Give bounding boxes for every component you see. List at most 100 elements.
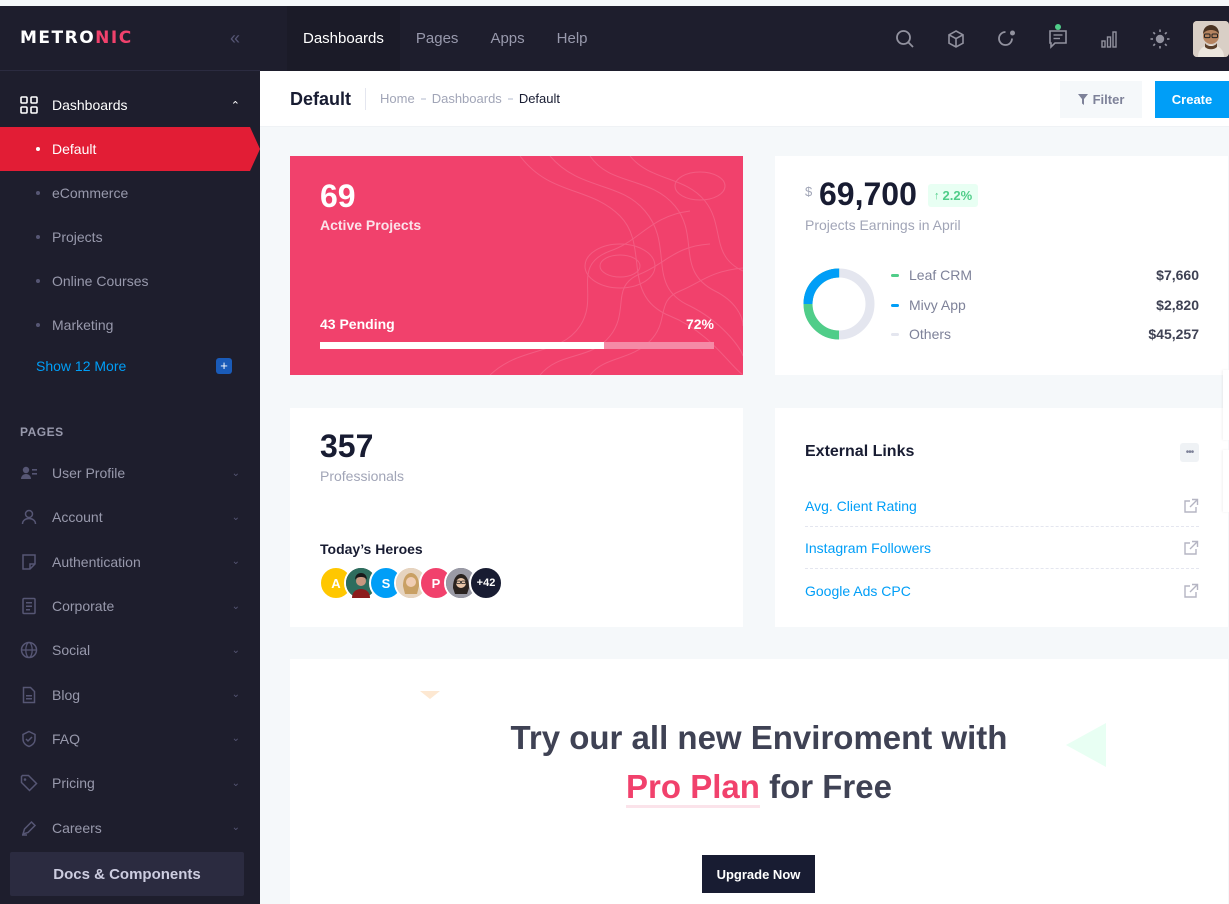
tag-icon bbox=[20, 774, 38, 792]
sidebar-item-label: User Profile bbox=[52, 465, 126, 482]
sidebar-subitem-label: Online Courses bbox=[52, 273, 149, 289]
sidebar-subitem-ecommerce[interactable]: eCommerce bbox=[0, 171, 260, 215]
sidebar-item-pricing[interactable]: Pricing ⌄ bbox=[0, 761, 260, 805]
user-profile-icon bbox=[21, 466, 37, 480]
chart-icon[interactable] bbox=[1083, 20, 1134, 58]
file-icon bbox=[22, 686, 36, 703]
sidebar-item-label: Careers bbox=[52, 819, 102, 836]
lock-note-icon bbox=[22, 553, 36, 570]
user-icon bbox=[21, 510, 37, 525]
external-link-icon[interactable] bbox=[1183, 540, 1199, 556]
promo-headline: Try our all new Enviroment with bbox=[510, 719, 1008, 756]
more-options-icon[interactable]: ••• bbox=[1180, 443, 1199, 462]
breadcrumb-home[interactable]: Home bbox=[380, 91, 415, 106]
external-link-label[interactable]: Avg. Client Rating bbox=[805, 498, 917, 514]
filter-button-label: Filter bbox=[1092, 92, 1125, 107]
decorative-triangle bbox=[420, 691, 440, 699]
sidebar-subitem-label: Projects bbox=[52, 229, 103, 245]
active-projects-label: Active Projects bbox=[320, 217, 422, 233]
external-link-row[interactable]: Instagram Followers bbox=[805, 528, 1199, 569]
sidebar-item-dashboards[interactable]: Dashboards ⌃ bbox=[0, 83, 260, 127]
tab-apps[interactable]: Apps bbox=[474, 6, 540, 71]
breadcrumb-current: Default bbox=[518, 91, 561, 106]
sidebar-subitem-online-courses[interactable]: Online Courses bbox=[0, 259, 260, 303]
create-button[interactable]: Create bbox=[1155, 81, 1229, 118]
sidebar-item-corporate[interactable]: Corporate ⌄ bbox=[0, 584, 260, 628]
bullet-icon bbox=[36, 147, 40, 151]
earnings-amount: 69,700 bbox=[819, 176, 917, 212]
filter-button[interactable]: Filter bbox=[1060, 81, 1142, 118]
breadcrumb-separator bbox=[420, 97, 426, 100]
theme-sun-icon[interactable] bbox=[1134, 20, 1185, 58]
external-links-card: External Links ••• Avg. Client Rating In… bbox=[775, 408, 1228, 627]
tab-pages[interactable]: Pages bbox=[400, 6, 475, 71]
sidebar-item-authentication[interactable]: Authentication ⌄ bbox=[0, 540, 260, 584]
legend-value: $2,820 bbox=[1156, 297, 1199, 313]
sidebar-item-careers[interactable]: Careers ⌄ bbox=[0, 805, 260, 849]
docs-components-button[interactable]: Docs & Components bbox=[10, 852, 244, 896]
external-link-row[interactable]: Avg. Client Rating bbox=[805, 486, 1199, 527]
external-link-label[interactable]: Instagram Followers bbox=[805, 540, 931, 556]
external-link-label[interactable]: Google Ads CPC bbox=[805, 583, 911, 599]
external-link-icon[interactable] bbox=[1183, 498, 1199, 514]
side-toggle-tab[interactable] bbox=[1223, 450, 1229, 512]
collapse-sidebar-icon[interactable]: « bbox=[230, 28, 240, 49]
chat-icon[interactable] bbox=[1032, 20, 1083, 58]
sidebar-subitem-projects[interactable]: Projects bbox=[0, 215, 260, 259]
show-more-label: Show 12 More bbox=[36, 358, 127, 374]
sidebar-subitem-default[interactable]: Default bbox=[0, 127, 260, 171]
sidebar-item-label: Blog bbox=[52, 686, 81, 703]
legend-row: Leaf CRM $7,660 bbox=[891, 267, 1199, 283]
external-link-icon[interactable] bbox=[1183, 583, 1199, 599]
sidebar-subitem-marketing[interactable]: Marketing bbox=[0, 303, 260, 347]
external-link-row[interactable]: Google Ads CPC bbox=[805, 570, 1199, 611]
document-icon bbox=[22, 597, 36, 615]
promo-card: Try our all new Enviroment with Pro Plan… bbox=[290, 659, 1228, 904]
progress-percent: 72% bbox=[685, 316, 714, 332]
user-avatar[interactable] bbox=[1193, 20, 1229, 57]
sidebar-item-blog[interactable]: Blog ⌄ bbox=[0, 672, 260, 716]
trend-badge: ↑ 2.2% bbox=[928, 184, 979, 207]
breadcrumb-separator bbox=[507, 97, 513, 100]
earnings-donut-chart bbox=[803, 268, 875, 340]
sidebar-subitem-label: eCommerce bbox=[52, 185, 129, 201]
progress-bar-fill bbox=[320, 342, 604, 349]
chevron-down-icon: ⌄ bbox=[231, 733, 240, 745]
chevron-down-icon: ⌄ bbox=[231, 822, 240, 834]
filter-icon bbox=[1077, 94, 1088, 105]
breadcrumb: Home Dashboards Default bbox=[380, 91, 560, 106]
heroes-title: Today’s Heroes bbox=[320, 541, 423, 557]
professionals-count: 357 bbox=[320, 428, 374, 464]
legend-bullet bbox=[891, 303, 899, 307]
tab-dashboards[interactable]: Dashboards bbox=[287, 6, 400, 71]
pending-label: 43 Pending bbox=[320, 316, 395, 332]
online-badge bbox=[1055, 23, 1061, 30]
tab-help[interactable]: Help bbox=[541, 6, 604, 71]
notification-icon[interactable] bbox=[981, 20, 1032, 58]
sidebar-item-faq[interactable]: FAQ ⌄ bbox=[0, 717, 260, 761]
upgrade-now-button[interactable]: Upgrade Now bbox=[702, 855, 815, 893]
logo[interactable]: METRONIC bbox=[20, 28, 133, 48]
sidebar-item-user-profile[interactable]: User Profile ⌄ bbox=[0, 451, 260, 495]
cube-icon[interactable] bbox=[930, 20, 981, 58]
external-links-title: External Links bbox=[805, 443, 915, 460]
sidebar-item-social[interactable]: Social ⌄ bbox=[0, 628, 260, 672]
promo-headline-line2: Pro Plan for Free bbox=[290, 768, 1228, 808]
legend-row: Others $45,257 bbox=[891, 326, 1199, 342]
sidebar-item-label: Authentication bbox=[52, 553, 141, 570]
progress-bar bbox=[320, 342, 714, 349]
side-toggle-tab[interactable] bbox=[1223, 370, 1229, 440]
trend-value: 2.2% bbox=[942, 188, 973, 203]
legend-bullet bbox=[891, 332, 899, 336]
breadcrumb-dashboards[interactable]: Dashboards bbox=[432, 91, 502, 106]
active-projects-count: 69 bbox=[320, 178, 356, 214]
page-toolbar: Default Home Dashboards Default Filter C… bbox=[260, 71, 1229, 127]
sidebar-item-account[interactable]: Account ⌄ bbox=[0, 495, 260, 539]
search-icon[interactable] bbox=[879, 20, 930, 58]
bullet-icon bbox=[36, 323, 40, 327]
sidebar-item-label: FAQ bbox=[52, 730, 81, 747]
legend-bullet bbox=[891, 273, 899, 277]
show-more-link[interactable]: Show 12 More + bbox=[0, 347, 260, 385]
promo-headline-rest: for Free bbox=[759, 768, 892, 805]
avatar-more-count[interactable]: +42 bbox=[469, 566, 503, 600]
